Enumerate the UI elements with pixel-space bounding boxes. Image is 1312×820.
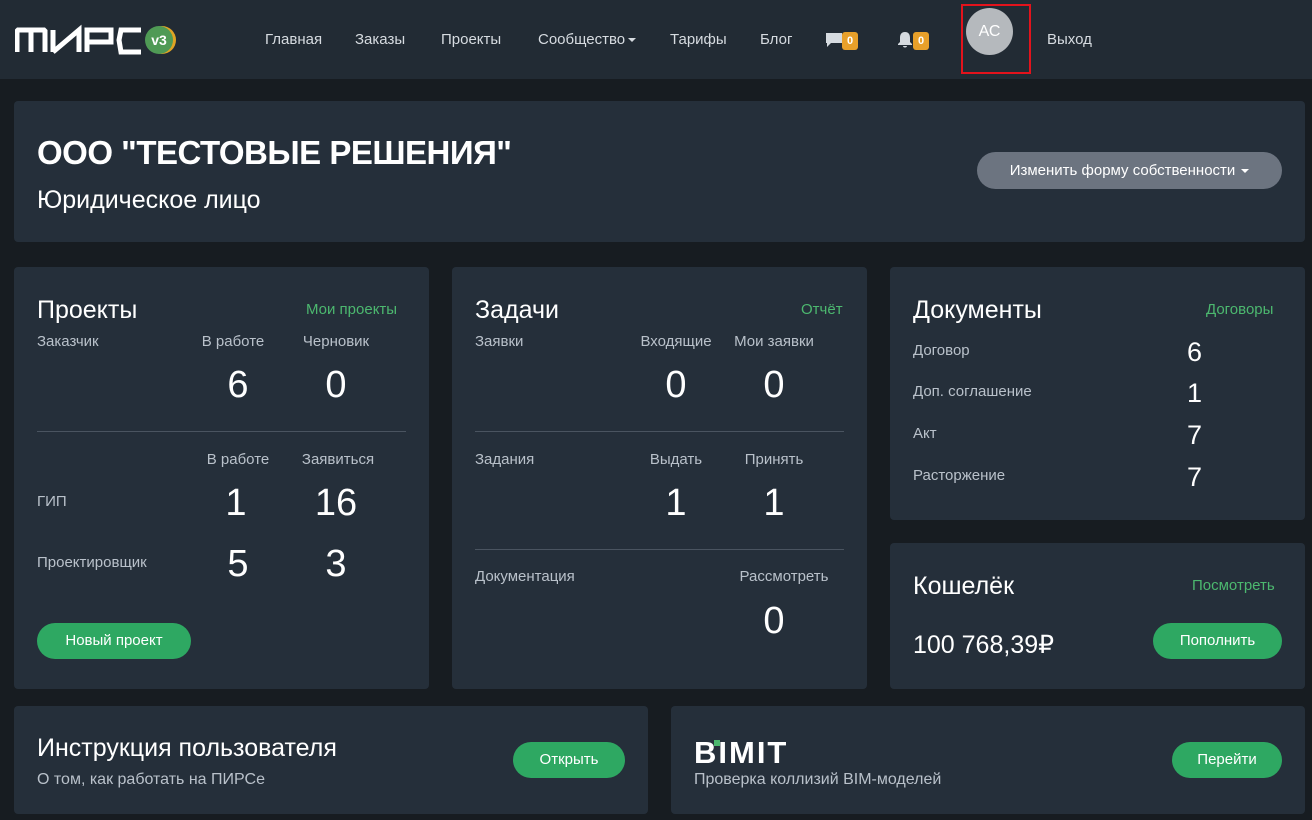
accept-header: Принять (744, 451, 804, 468)
designer-in-work-count[interactable]: 5 (188, 544, 288, 584)
report-link[interactable]: Отчёт (801, 301, 843, 318)
documentation-label: Документация (475, 568, 575, 585)
avatar[interactable]: АС (966, 8, 1013, 55)
apply-header: Заявиться (301, 451, 375, 468)
divider (475, 431, 844, 432)
designer-apply-count[interactable]: 3 (286, 544, 386, 584)
open-instructions-button[interactable]: Открыть (513, 742, 625, 778)
bimit-logo-text: BIMIT (694, 737, 788, 767)
customer-draft-count[interactable]: 0 (286, 365, 386, 405)
designer-label: Проектировщик (37, 554, 147, 571)
my-projects-link[interactable]: Мои проекты (306, 301, 397, 318)
tasks-title: Задачи (475, 296, 559, 324)
divider (475, 549, 844, 550)
bimit-logo: BIMIT (694, 737, 788, 767)
doc-row-label: Акт (913, 425, 937, 442)
issue-count[interactable]: 1 (626, 483, 726, 523)
doc-row-label: Расторжение (913, 467, 1006, 484)
company-type: Юридическое лицо (37, 186, 261, 214)
nav-home[interactable]: Главная (265, 31, 322, 49)
nav-blog[interactable]: Блог (760, 31, 792, 49)
assignments-label: Задания (475, 451, 535, 468)
nav-orders[interactable]: Заказы (355, 31, 405, 49)
incoming-count[interactable]: 0 (626, 365, 726, 405)
new-project-button[interactable]: Новый проект (37, 623, 191, 659)
review-count[interactable]: 0 (724, 601, 824, 641)
customer-draft-header: Черновик (302, 333, 370, 350)
messages-button[interactable]: 0 (825, 30, 865, 52)
wallet-title: Кошелёк (913, 572, 1015, 600)
change-ownership-button[interactable]: Изменить форму собственности (977, 152, 1282, 189)
instructions-subtitle: О том, как работать на ПИРСе (37, 771, 265, 788)
incoming-header: Входящие (640, 333, 712, 350)
gip-label: ГИП (37, 493, 67, 510)
pirs-logo[interactable]: v3 (15, 24, 185, 56)
contracts-link[interactable]: Договоры (1206, 301, 1273, 318)
customer-in-work-count[interactable]: 6 (188, 365, 288, 405)
doc-row-value[interactable]: 1 (1187, 378, 1202, 408)
doc-row-value[interactable]: 7 (1187, 462, 1202, 492)
projects-title: Проекты (37, 296, 138, 324)
bell-icon (898, 32, 912, 48)
company-name: ООО "ТЕСТОВЫЕ РЕШЕНИЯ" (37, 134, 512, 171)
chevron-down-icon (628, 38, 637, 43)
wallet-card (890, 543, 1305, 689)
accept-count[interactable]: 1 (724, 483, 824, 523)
review-header: Рассмотреть (739, 568, 829, 585)
notifications-badge: 0 (913, 32, 930, 50)
bimit-subtitle: Проверка коллизий BIM-моделей (694, 771, 942, 788)
logo-version: v3 (151, 32, 167, 48)
my-requests-count[interactable]: 0 (724, 365, 824, 405)
nav-community[interactable]: Сообщество (538, 31, 637, 49)
divider (37, 431, 406, 432)
nav-community-label: Сообщество (538, 31, 626, 48)
customer-label: Заказчик (37, 333, 99, 350)
notifications-button[interactable]: 0 (897, 30, 937, 52)
change-ownership-label: Изменить форму собственности (1009, 162, 1236, 179)
topup-button[interactable]: Пополнить (1153, 623, 1282, 659)
doc-row-value[interactable]: 6 (1187, 337, 1202, 367)
view-wallet-link[interactable]: Посмотреть (1192, 577, 1275, 594)
nav-tariffs[interactable]: Тарифы (670, 31, 727, 49)
in-work-header: В работе (206, 451, 270, 468)
gip-apply-count[interactable]: 16 (286, 483, 386, 523)
my-requests-header: Мои заявки (734, 333, 814, 350)
wallet-balance: 100 768,39₽ (913, 631, 1055, 659)
chat-icon (826, 33, 842, 47)
go-bimit-button[interactable]: Перейти (1172, 742, 1282, 778)
instructions-title: Инструкция пользователя (37, 734, 337, 762)
doc-row-label: Договор (913, 342, 970, 359)
doc-row-value[interactable]: 7 (1187, 420, 1202, 450)
nav-projects[interactable]: Проекты (441, 31, 501, 49)
chevron-down-icon (1241, 169, 1250, 174)
documents-title: Документы (913, 296, 1042, 324)
customer-in-work-header: В работе (201, 333, 265, 350)
requests-label: Заявки (475, 333, 524, 350)
doc-row-label: Доп. соглашение (913, 383, 1032, 400)
messages-badge: 0 (842, 32, 859, 50)
gip-in-work-count[interactable]: 1 (186, 483, 286, 523)
logout-link[interactable]: Выход (1047, 31, 1092, 49)
issue-header: Выдать (649, 451, 703, 468)
top-navbar: v3 Главная Заказы Проекты Сообщество Тар… (0, 0, 1312, 79)
